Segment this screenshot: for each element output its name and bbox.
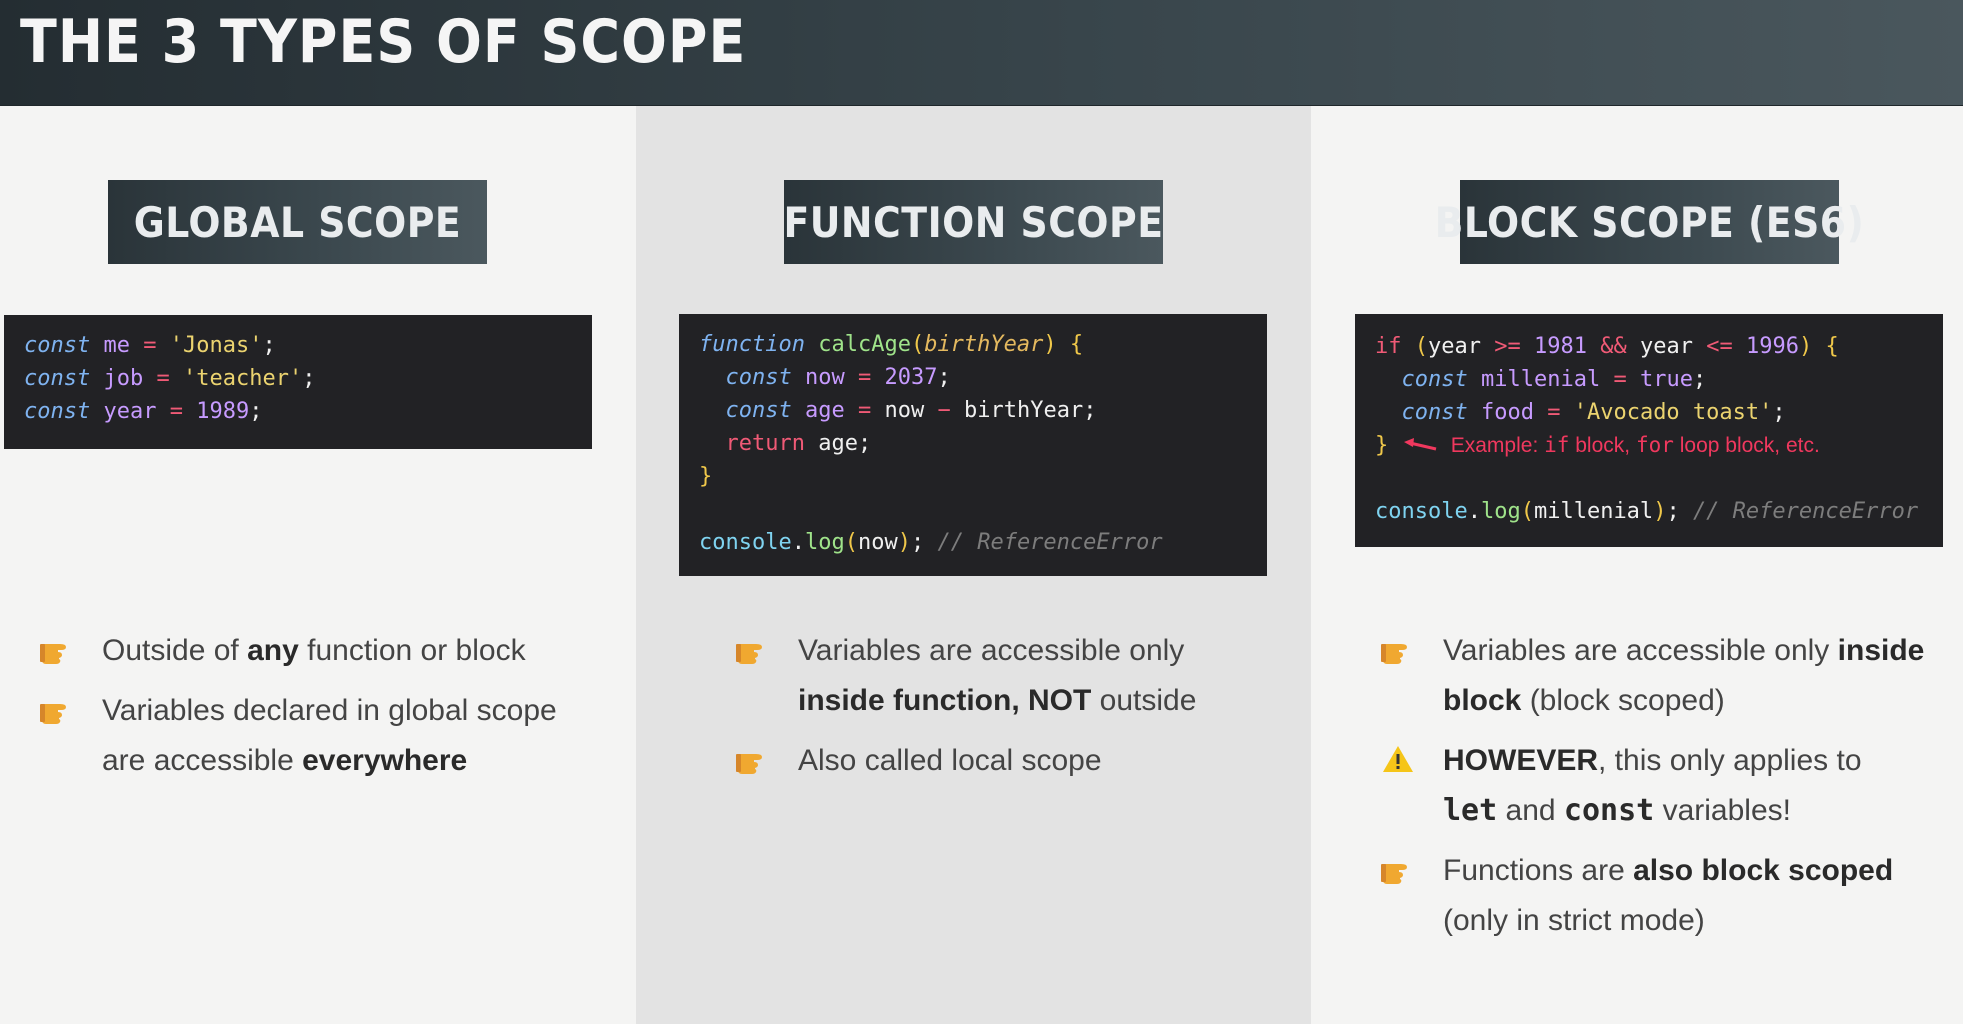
bullet-item: Outside of any function or block <box>40 626 600 676</box>
global-code-block: const me = 'Jonas'; const job = 'teacher… <box>4 315 592 449</box>
function-scope-heading: FUNCTION SCOPE <box>783 180 1164 264</box>
block-bullets: Variables are accessible only inside blo… <box>1381 626 1941 956</box>
bullet-item: Functions are also block scoped (only in… <box>1381 846 1941 946</box>
bullet-item: Also called local scope <box>736 736 1256 786</box>
function-code-block: function calcAge(birthYear) { const now … <box>679 314 1267 576</box>
function-scope-column: FUNCTION SCOPE function calcAge(birthYea… <box>636 106 1311 1024</box>
pointing-hand-icon <box>736 754 762 774</box>
global-scope-label: GLOBAL SCOPE <box>133 197 462 247</box>
global-bullets: Outside of any function or block Variabl… <box>40 626 600 796</box>
block-scope-heading: BLOCK SCOPE (ES6) <box>1435 180 1864 264</box>
pointing-hand-icon <box>40 644 66 664</box>
header-bar: THE 3 TYPES OF SCOPE <box>0 0 1963 106</box>
pointing-hand-icon <box>1381 864 1407 884</box>
bullet-item: Variables are accessible only inside blo… <box>1381 626 1941 726</box>
pointing-hand-icon <box>1381 644 1407 664</box>
global-scope-heading: GLOBAL SCOPE <box>108 180 487 264</box>
block-scope-column: BLOCK SCOPE (ES6) if (year >= 1981 && ye… <box>1311 106 1963 1024</box>
bullet-item: Variables are accessible only inside fun… <box>736 626 1256 726</box>
function-bullets: Variables are accessible only inside fun… <box>736 626 1256 796</box>
block-example-note: Example: if block, for loop block, etc. <box>1450 433 1820 457</box>
red-arrow-icon <box>1403 438 1436 451</box>
warning-icon <box>1383 746 1413 772</box>
global-scope-column: GLOBAL SCOPE const me = 'Jonas'; const j… <box>0 106 675 1024</box>
page-title: THE 3 TYPES OF SCOPE <box>20 7 747 77</box>
pointing-hand-icon <box>736 644 762 664</box>
block-code-block: if (year >= 1981 && year <= 1996) { cons… <box>1355 314 1943 547</box>
block-scope-label: BLOCK SCOPE (ES6) <box>1434 197 1865 247</box>
bullet-item: HOWEVER, this only applies to let and con… <box>1381 736 1941 836</box>
pointing-hand-icon <box>40 704 66 724</box>
function-scope-label: FUNCTION SCOPE <box>783 197 1164 247</box>
bullet-item: Variables declared in global scope are a… <box>40 686 560 786</box>
